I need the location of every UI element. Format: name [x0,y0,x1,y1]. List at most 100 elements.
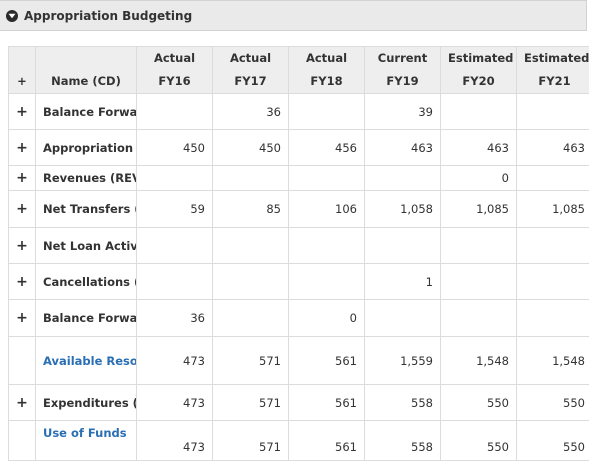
column-year-header[interactable]: FY16 [137,69,213,94]
cell-value [517,166,589,191]
cell-value: 36 [213,94,289,130]
table-row: Available Resources (SOURCES) 473 571 56… [9,337,589,385]
column-type-header: Actual [289,47,365,70]
table-row: + Balance Forward In (BFIN) 36 39 [9,94,589,130]
column-year-header[interactable]: FY17 [213,69,289,94]
collapse-icon[interactable] [6,10,18,22]
table-row: + Balance Forward Out (BFOUT) 36 0 [9,300,589,337]
cell-value [441,94,517,130]
cell-value [137,166,213,191]
cell-value [517,300,589,337]
cell-value: 1,548 [517,337,589,385]
cell-value [517,264,589,300]
cell-value: 463 [365,130,441,166]
table-row: Use of Funds 473 571 561 558 550 550 [9,421,589,461]
cell-value: 456 [289,130,365,166]
cell-value: 0 [441,166,517,191]
cell-value: 59 [137,191,213,228]
table-row: + Net Loan Activity (NETLOAN) [9,228,589,264]
cell-value [441,300,517,337]
cell-value: 39 [365,94,441,130]
cell-value [213,300,289,337]
cell-value: 561 [289,337,365,385]
cell-value: 550 [517,421,589,461]
expand-row-button[interactable]: + [9,130,36,166]
column-year-header[interactable]: FY18 [289,69,365,94]
column-type-header: Current [365,47,441,70]
cell-value [289,94,365,130]
cell-value: 85 [213,191,289,228]
expand-row-button [9,337,36,385]
cell-value [137,228,213,264]
cell-value: 473 [137,421,213,461]
row-name: Revenues (REV) [36,166,137,191]
row-name: Appropriation (APPTOT) [36,130,137,166]
cell-value: 550 [441,385,517,421]
row-name: Net Transfers (NETTRAN) [36,191,137,228]
header-blank [9,47,36,70]
cell-value: 450 [213,130,289,166]
cell-value: 1,559 [365,337,441,385]
cell-value: 0 [289,300,365,337]
cell-value [289,166,365,191]
cell-value: 550 [517,385,589,421]
expand-row-button[interactable]: + [9,264,36,300]
cell-value [517,228,589,264]
table-row: + Net Transfers (NETTRAN) 59 85 106 1,05… [9,191,589,228]
cell-value: 450 [137,130,213,166]
cell-value [441,228,517,264]
cell-value [213,228,289,264]
expand-row-button[interactable]: + [9,385,36,421]
cell-value: 558 [365,421,441,461]
expand-all-button[interactable]: + [9,69,36,94]
cell-value: 1,085 [441,191,517,228]
column-year-header[interactable]: FY19 [365,69,441,94]
cell-value [137,264,213,300]
section-header-appropriation-budgeting[interactable]: Appropriation Budgeting [0,0,587,31]
column-year-header[interactable]: FY20 [441,69,517,94]
row-name: Cancellations (CANCEL) [36,264,137,300]
name-column-header[interactable]: Name (CD) [36,69,137,94]
cell-value: 1,058 [365,191,441,228]
expand-row-button[interactable]: + [9,191,36,228]
cell-value: 571 [213,337,289,385]
cell-value: 473 [137,337,213,385]
cell-value [289,228,365,264]
table-row: + Revenues (REV) 0 [9,166,589,191]
row-name: Net Loan Activity (NETLOAN) [36,228,137,264]
cell-value: 463 [517,130,589,166]
column-type-header: Estimated [441,47,517,70]
expand-row-button[interactable]: + [9,228,36,264]
column-type-header: Actual [213,47,289,70]
cell-value: 550 [441,421,517,461]
cell-value: 36 [137,300,213,337]
row-name: Balance Forward In (BFIN) [36,94,137,130]
expand-row-button[interactable]: + [9,300,36,337]
row-name: Expenditures (EXP) [36,385,137,421]
cell-value: 1,085 [517,191,589,228]
cell-value [213,166,289,191]
column-type-header: Estimated [517,47,589,70]
header-blank [36,47,137,70]
cell-value [289,264,365,300]
expand-row-button[interactable]: + [9,94,36,130]
row-name: Balance Forward Out (BFOUT) [36,300,137,337]
section-title: Appropriation Budgeting [24,9,192,23]
table-row: + Expenditures (EXP) 473 571 561 558 550… [9,385,589,421]
expand-row-button[interactable]: + [9,166,36,191]
cell-value: 473 [137,385,213,421]
row-name-link[interactable]: Use of Funds [36,421,137,461]
cell-value: 561 [289,421,365,461]
cell-value: 571 [213,385,289,421]
cell-value: 558 [365,385,441,421]
cell-value: 561 [289,385,365,421]
budget-table: Actual Actual Actual Current Estimated E… [8,46,589,461]
cell-value [365,300,441,337]
table-row: + Appropriation (APPTOT) 450 450 456 463… [9,130,589,166]
cell-value [365,228,441,264]
table-row: + Cancellations (CANCEL) 1 [9,264,589,300]
column-year-header[interactable]: FY21 [517,69,589,94]
cell-value: 463 [441,130,517,166]
cell-value: 1,548 [441,337,517,385]
row-name-link[interactable]: Available Resources (SOURCES) [36,337,137,385]
